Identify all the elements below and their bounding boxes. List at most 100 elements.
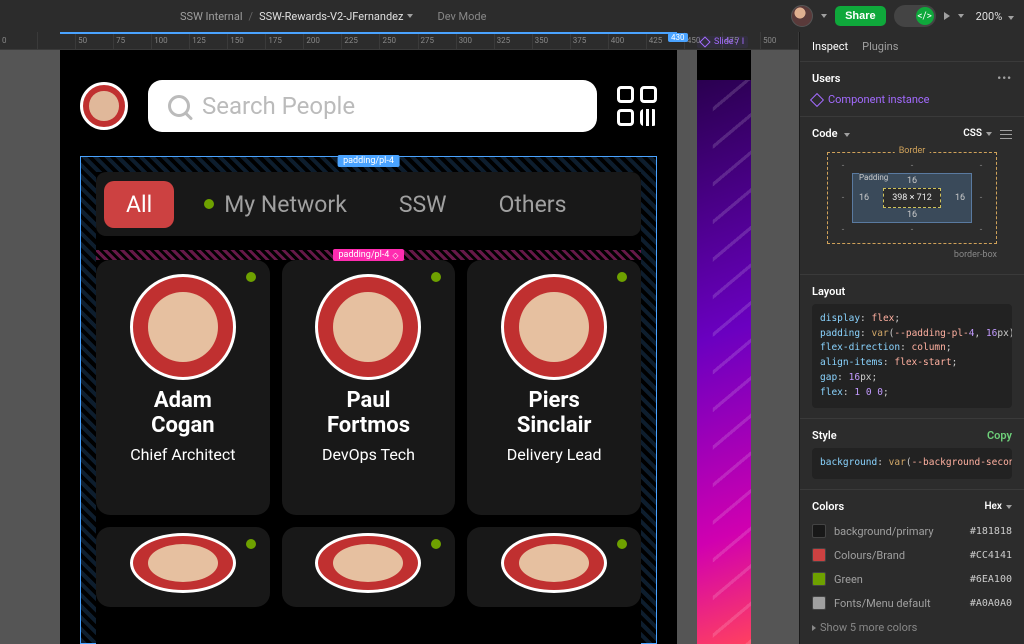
person-avatar <box>315 274 421 380</box>
color-swatch <box>812 524 826 538</box>
status-dot <box>431 272 441 282</box>
padding-label: Padding <box>859 173 888 182</box>
person-role: DevOps Tech <box>322 445 415 464</box>
section-title-colors: Colors <box>812 500 844 513</box>
gradient-bg <box>697 80 751 644</box>
person-card[interactable] <box>282 527 456 607</box>
color-row[interactable]: Fonts/Menu default #A0A0A0 <box>812 591 1012 615</box>
section-title-style: Style <box>812 429 837 442</box>
user-avatar[interactable] <box>80 82 128 130</box>
section-title-users: Users <box>812 72 840 85</box>
color-name: Colours/Brand <box>834 549 905 562</box>
section-title-layout: Layout <box>812 285 845 298</box>
project-name[interactable]: SSW Internal <box>180 10 243 23</box>
color-name: background/primary <box>834 525 934 538</box>
person-card[interactable]: PiersSinclairDelivery Lead <box>467 260 641 515</box>
status-dot <box>204 199 214 209</box>
color-hex: #A0A0A0 <box>970 598 1012 609</box>
color-list: background/primary #181818 Colours/Brand #C… <box>812 519 1012 615</box>
design-canvas[interactable]: 0507510012515017520022525027530032535037… <box>0 32 799 644</box>
pad-left: 16 <box>859 193 869 203</box>
box-model-diagram: Border --- - Padding 16 16 398 × 712 16 … <box>827 152 997 260</box>
search-placeholder: Search People <box>202 92 355 120</box>
color-mode-select[interactable]: Hex <box>984 501 1012 512</box>
copy-button[interactable]: Copy <box>987 429 1012 442</box>
file-name[interactable]: SSW-Rewards-V2-JFernandez <box>259 10 413 23</box>
dev-mode-toggle[interactable]: </> <box>894 5 936 27</box>
search-input[interactable]: Search People <box>148 80 597 132</box>
section-title-code: Code <box>812 127 850 140</box>
person-avatar <box>130 274 236 380</box>
tab-label: SSW <box>399 191 447 218</box>
artboard-main[interactable]: Search People padding/pl-4 padding/pl-4 … <box>60 50 677 644</box>
chevron-down-icon[interactable] <box>821 14 827 18</box>
more-icon[interactable]: ••• <box>997 72 1012 85</box>
zoom-level[interactable]: 200% <box>976 10 1014 23</box>
person-card[interactable] <box>96 527 270 607</box>
tab-label: Others <box>499 191 567 218</box>
file-name-label: SSW-Rewards-V2-JFernandez <box>259 10 403 23</box>
show-more-colors[interactable]: Show 5 more colors <box>812 615 1012 634</box>
pad-right: 16 <box>955 193 965 203</box>
settings-icon[interactable] <box>1000 129 1012 139</box>
chevron-down-icon[interactable] <box>958 14 964 18</box>
person-name: PaulFortmos <box>327 388 410 439</box>
mode-badge: Dev Mode <box>437 10 486 23</box>
color-swatch <box>812 548 826 562</box>
chevron-down-icon <box>1008 16 1014 20</box>
artboard-secondary[interactable] <box>697 50 751 644</box>
status-dot <box>246 272 256 282</box>
status-dot <box>617 272 627 282</box>
color-row[interactable]: Colours/Brand #CC4141 <box>812 543 1012 567</box>
search-icon <box>168 95 190 117</box>
border-label: Border <box>895 146 930 156</box>
qr-icon[interactable] <box>617 86 657 126</box>
filter-tabs: All My Network SSW Others <box>96 172 641 236</box>
tab-label: All <box>126 191 152 218</box>
color-name: Green <box>834 573 863 586</box>
person-card[interactable]: PaulFortmos DevOps Tech <box>282 260 456 515</box>
filter-tab[interactable]: SSW <box>377 181 469 228</box>
color-hex: #6EA100 <box>970 574 1012 585</box>
person-avatar <box>130 533 236 593</box>
color-hex: #181818 <box>970 526 1012 537</box>
tab-plugins[interactable]: Plugins <box>862 40 898 53</box>
pad-bottom: 16 <box>907 210 917 220</box>
status-dot <box>431 539 441 549</box>
color-row[interactable]: background/primary #181818 <box>812 519 1012 543</box>
chevron-down-icon <box>1006 505 1012 509</box>
filter-tab[interactable]: All <box>104 181 174 228</box>
person-card[interactable]: AdamCoganChief Architect <box>96 260 270 515</box>
chevron-right-icon <box>812 625 816 631</box>
chevron-down-icon[interactable] <box>407 14 413 18</box>
color-hex: #CC4141 <box>970 550 1012 561</box>
box-sizing-note: border-box <box>827 250 997 260</box>
person-name: AdamCogan <box>151 388 215 439</box>
person-avatar <box>501 274 607 380</box>
layout-code[interactable]: display: flex; padding: var(--padding-pl… <box>812 304 1012 408</box>
color-name: Fonts/Menu default <box>834 597 931 610</box>
color-row[interactable]: Green #6EA100 <box>812 567 1012 591</box>
padding-label-inner: padding/pl-4 <box>333 249 405 261</box>
chevron-down-icon[interactable] <box>844 133 850 137</box>
people-grid: AdamCoganChief Architect PaulFortmos DevOp… <box>96 260 641 644</box>
play-icon[interactable] <box>944 12 950 20</box>
filter-tab[interactable]: Others <box>477 181 589 228</box>
ruler-selection <box>60 32 677 34</box>
artboard-label[interactable]: Slide / I <box>697 36 748 48</box>
zoom-label: 200% <box>976 10 1003 23</box>
person-name: PiersSinclair <box>517 388 592 439</box>
tab-label: My Network <box>224 191 347 218</box>
person-card[interactable] <box>467 527 641 607</box>
style-code[interactable]: background: var(--background-secondary, <box>812 448 1012 479</box>
tab-inspect[interactable]: Inspect <box>812 40 848 53</box>
code-icon: </> <box>916 7 934 25</box>
color-swatch <box>812 572 826 586</box>
filter-tab[interactable]: My Network <box>182 181 369 228</box>
share-button[interactable]: Share <box>835 6 886 26</box>
user-avatar[interactable] <box>791 5 813 27</box>
component-instance-link[interactable]: Component instance <box>812 93 1012 106</box>
chevron-down-icon <box>986 132 992 136</box>
status-dot <box>617 539 627 549</box>
code-lang-select[interactable]: CSS <box>963 128 992 139</box>
